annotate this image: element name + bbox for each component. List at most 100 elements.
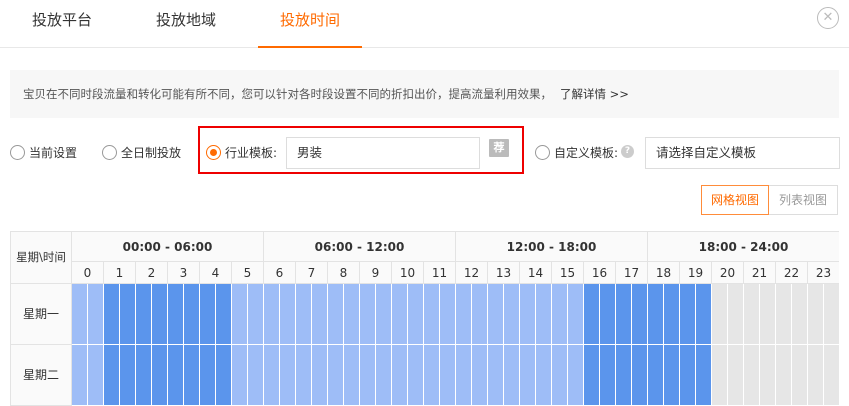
time-slot-cell[interactable] xyxy=(648,345,664,406)
time-slot-cell[interactable] xyxy=(824,345,839,406)
help-icon[interactable]: ? xyxy=(621,145,634,158)
time-slot-cell[interactable] xyxy=(120,284,136,345)
radio-industry-template[interactable]: 行业模板: xyxy=(206,144,277,161)
time-slot-cell[interactable] xyxy=(376,284,392,345)
time-slot-cell[interactable] xyxy=(168,345,184,406)
time-slot-cell[interactable] xyxy=(312,284,328,345)
radio-all-day[interactable]: 全日制投放 xyxy=(102,144,181,161)
tab-region[interactable]: 投放地域 xyxy=(134,0,238,48)
time-slot-cell[interactable] xyxy=(584,284,600,345)
time-slot-cell[interactable] xyxy=(280,345,296,406)
tab-time[interactable]: 投放时间 xyxy=(258,0,362,48)
time-slot-cell[interactable] xyxy=(344,345,360,406)
time-slot-cell[interactable] xyxy=(312,345,328,406)
time-slot-cell[interactable] xyxy=(824,284,839,345)
time-slot-cell[interactable] xyxy=(408,284,424,345)
time-slot-cell[interactable] xyxy=(232,345,248,406)
time-slot-cell[interactable] xyxy=(488,345,504,406)
time-slot-cell[interactable] xyxy=(472,345,488,406)
time-slot-cell[interactable] xyxy=(808,284,824,345)
time-slot-cell[interactable] xyxy=(712,345,728,406)
time-slot-cell[interactable] xyxy=(360,345,376,406)
time-slot-cell[interactable] xyxy=(296,284,312,345)
time-slot-cell[interactable] xyxy=(104,284,120,345)
time-slot-cell[interactable] xyxy=(776,284,792,345)
time-slot-cell[interactable] xyxy=(696,345,712,406)
learn-more-link[interactable]: 了解详情 >> xyxy=(560,87,629,101)
time-slot-cell[interactable] xyxy=(808,345,824,406)
time-slot-cell[interactable] xyxy=(440,345,456,406)
time-slot-cell[interactable] xyxy=(328,284,344,345)
time-slot-cell[interactable] xyxy=(552,345,568,406)
time-slot-cell[interactable] xyxy=(568,284,584,345)
time-slot-cell[interactable] xyxy=(488,284,504,345)
time-slot-cell[interactable] xyxy=(280,284,296,345)
time-slot-cell[interactable] xyxy=(248,345,264,406)
time-slot-cell[interactable] xyxy=(264,284,280,345)
time-slot-cell[interactable] xyxy=(712,284,728,345)
time-slot-cell[interactable] xyxy=(680,284,696,345)
time-slot-cell[interactable] xyxy=(120,345,136,406)
time-slot-cell[interactable] xyxy=(792,345,808,406)
time-slot-cell[interactable] xyxy=(136,284,152,345)
time-slot-cell[interactable] xyxy=(616,284,632,345)
time-slot-cell[interactable] xyxy=(456,345,472,406)
time-slot-cell[interactable] xyxy=(232,284,248,345)
radio-current-settings[interactable]: 当前设置 xyxy=(10,144,77,161)
time-slot-cell[interactable] xyxy=(584,345,600,406)
time-slot-cell[interactable] xyxy=(744,284,760,345)
time-slot-cell[interactable] xyxy=(216,345,232,406)
time-slot-cell[interactable] xyxy=(424,345,440,406)
time-slot-cell[interactable] xyxy=(760,284,776,345)
grid-view-button[interactable]: 网格视图 xyxy=(701,185,769,215)
time-slot-cell[interactable] xyxy=(520,345,536,406)
time-slot-cell[interactable] xyxy=(344,284,360,345)
time-slot-cell[interactable] xyxy=(632,345,648,406)
time-slot-cell[interactable] xyxy=(536,284,552,345)
time-slot-cell[interactable] xyxy=(152,284,168,345)
time-slot-cell[interactable] xyxy=(360,284,376,345)
custom-template-select[interactable]: 请选择自定义模板 xyxy=(645,137,840,169)
time-slot-cell[interactable] xyxy=(744,345,760,406)
time-slot-cell[interactable] xyxy=(72,345,88,406)
time-slot-cell[interactable] xyxy=(776,345,792,406)
time-slot-cell[interactable] xyxy=(504,345,520,406)
radio-custom-template[interactable]: 自定义模板: xyxy=(535,144,618,161)
time-slot-cell[interactable] xyxy=(648,284,664,345)
time-slot-cell[interactable] xyxy=(504,284,520,345)
time-slot-cell[interactable] xyxy=(248,284,264,345)
time-slot-cell[interactable] xyxy=(472,284,488,345)
close-icon[interactable]: ✕ xyxy=(817,7,839,29)
time-slot-cell[interactable] xyxy=(552,284,568,345)
time-slot-cell[interactable] xyxy=(168,284,184,345)
time-slot-cell[interactable] xyxy=(600,284,616,345)
time-slot-cell[interactable] xyxy=(152,345,168,406)
industry-template-input[interactable]: 男装 xyxy=(286,137,480,169)
time-slot-cell[interactable] xyxy=(760,345,776,406)
time-slot-cell[interactable] xyxy=(568,345,584,406)
time-slot-cell[interactable] xyxy=(216,284,232,345)
time-slot-cell[interactable] xyxy=(200,345,216,406)
time-slot-cell[interactable] xyxy=(376,345,392,406)
time-slot-cell[interactable] xyxy=(88,345,104,406)
time-slot-cell[interactable] xyxy=(88,284,104,345)
time-slot-cell[interactable] xyxy=(408,345,424,406)
time-slot-cell[interactable] xyxy=(264,345,280,406)
time-slot-cell[interactable] xyxy=(328,345,344,406)
time-slot-cell[interactable] xyxy=(184,345,200,406)
time-slot-cell[interactable] xyxy=(136,345,152,406)
time-slot-cell[interactable] xyxy=(600,345,616,406)
time-slot-cell[interactable] xyxy=(72,284,88,345)
tab-platform[interactable]: 投放平台 xyxy=(10,0,114,48)
time-slot-cell[interactable] xyxy=(664,284,680,345)
time-slot-cell[interactable] xyxy=(664,345,680,406)
time-slot-cell[interactable] xyxy=(680,345,696,406)
time-slot-cell[interactable] xyxy=(792,284,808,345)
time-slot-cell[interactable] xyxy=(392,345,408,406)
time-slot-cell[interactable] xyxy=(520,284,536,345)
time-slot-cell[interactable] xyxy=(632,284,648,345)
time-slot-cell[interactable] xyxy=(456,284,472,345)
time-slot-cell[interactable] xyxy=(728,284,744,345)
time-slot-cell[interactable] xyxy=(728,345,744,406)
time-slot-cell[interactable] xyxy=(536,345,552,406)
